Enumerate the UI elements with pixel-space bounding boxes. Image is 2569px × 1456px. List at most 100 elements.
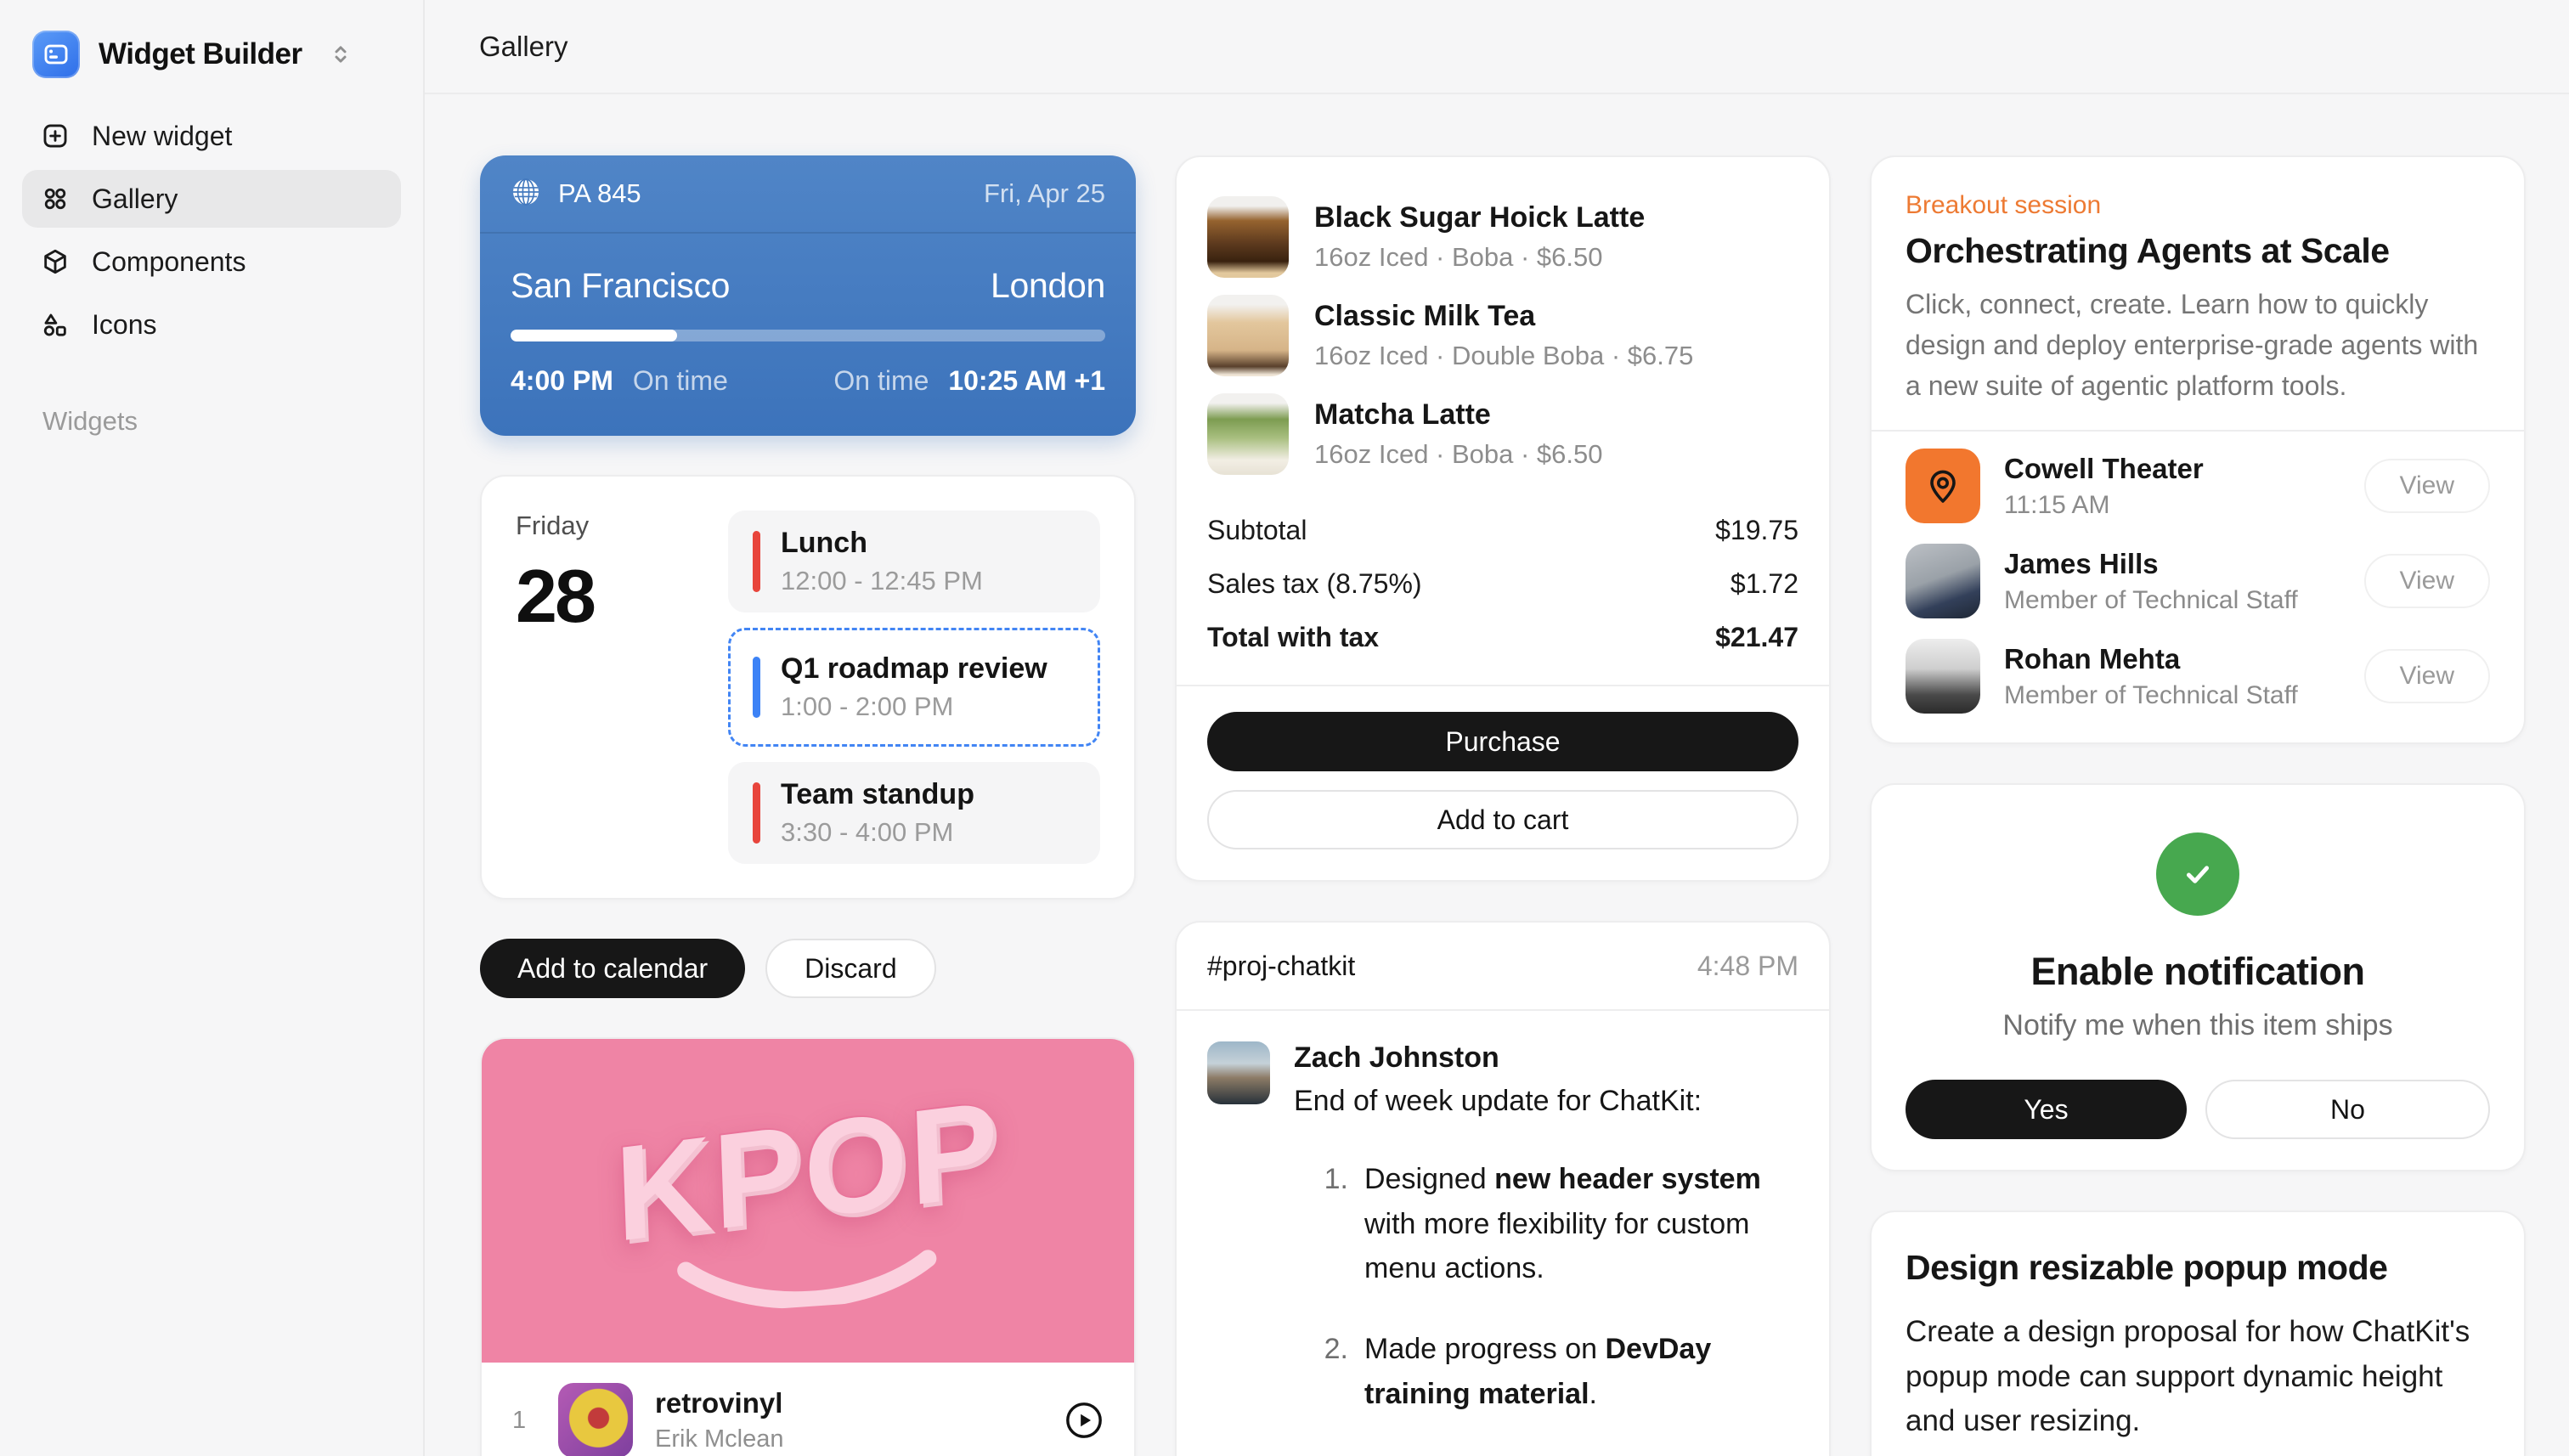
drink-photo (1207, 393, 1289, 475)
app-title: Widget Builder (99, 37, 302, 71)
flight-widget[interactable]: PA 845 Fri, Apr 25 San Francisco London (480, 155, 1136, 436)
speaker-role: Member of Technical Staff (2004, 681, 2298, 710)
sidebar-item-new-widget[interactable]: New widget (22, 107, 401, 165)
sidebar-item-label: Gallery (92, 183, 178, 215)
total-value: $21.47 (1715, 622, 1798, 653)
drink-details: 16oz Iced · Double Boba · $6.75 (1314, 341, 1693, 371)
gallery-column-1: PA 845 Fri, Apr 25 San Francisco London (480, 155, 1136, 1456)
session-widget: Breakout session Orchestrating Agents at… (1870, 155, 2526, 744)
divider (1872, 430, 2524, 432)
arrival-status: On time (833, 365, 929, 396)
calendar-weekday: Friday (516, 511, 720, 541)
drink-details: 16oz Iced · Boba · $6.50 (1314, 439, 1603, 470)
avatar (1906, 639, 1980, 714)
order-items: Black Sugar Hoick Latte 16oz Iced · Boba… (1177, 157, 1829, 490)
order-item-1: Black Sugar Hoick Latte 16oz Iced · Boba… (1207, 188, 1798, 286)
notification-actions: Yes No (1906, 1080, 2490, 1139)
flight-body: San Francisco London 4:00 PM On time (480, 234, 1136, 436)
track-title: retrovinyl (655, 1387, 784, 1419)
subtotal-row: Subtotal $19.75 (1207, 504, 1798, 557)
drink-name: Black Sugar Hoick Latte (1314, 201, 1645, 234)
list-item: 3. Coordinated with partners to prioriti… (1294, 1452, 1798, 1456)
event-q1-roadmap-review[interactable]: Q1 roadmap review 1:00 - 2:00 PM (728, 628, 1100, 747)
list-item-number: 3. (1294, 1452, 1348, 1456)
track-row-1[interactable]: 1 retrovinyl Erik Mclean (512, 1373, 1104, 1456)
play-icon[interactable] (1064, 1401, 1104, 1440)
sidebar-item-gallery[interactable]: Gallery (22, 170, 401, 228)
track-artist: Erik Mclean (655, 1425, 784, 1453)
drink-photo (1207, 295, 1289, 376)
drink-name: Classic Milk Tea (1314, 300, 1693, 333)
event-time: 12:00 - 12:45 PM (781, 566, 983, 596)
total-label: Subtotal (1207, 515, 1307, 546)
session-speaker-row: Rohan Mehta Member of Technical Staff Vi… (1906, 629, 2490, 724)
total-label: Sales tax (8.75%) (1207, 568, 1422, 600)
view-button[interactable]: View (2364, 649, 2490, 703)
widgets-section-label: Widgets (22, 406, 401, 437)
add-to-calendar-button[interactable]: Add to calendar (480, 939, 745, 998)
order-item-2: Classic Milk Tea 16oz Iced · Double Boba… (1207, 286, 1798, 385)
yes-button[interactable]: Yes (1906, 1080, 2187, 1139)
plus-square-icon (41, 121, 70, 150)
session-description: Click, connect, create. Learn how to qui… (1906, 284, 2490, 406)
page-header: Gallery (425, 0, 2569, 94)
grid-circles-icon (41, 184, 70, 213)
event-lunch[interactable]: Lunch 12:00 - 12:45 PM (728, 511, 1100, 612)
flight-progress-fill (511, 330, 677, 341)
session-title: Orchestrating Agents at Scale (1906, 231, 2490, 271)
album-art (558, 1383, 633, 1456)
playlist-widget: KPOP 1 retrovinyl Erik Mclean (480, 1037, 1136, 1456)
purchase-button[interactable]: Purchase (1207, 712, 1798, 771)
flight-header: PA 845 Fri, Apr 25 (480, 155, 1136, 234)
view-button[interactable]: View (2364, 459, 2490, 513)
chat-widget: #proj-chatkit 4:48 PM Zach Johnston End … (1175, 921, 1831, 1456)
view-button[interactable]: View (2364, 554, 2490, 608)
list-item-number: 1. (1294, 1157, 1348, 1291)
order-item-3: Matcha Latte 16oz Iced · Boba · $6.50 (1207, 385, 1798, 483)
app-logo-icon (32, 31, 80, 78)
gallery-column-2: Black Sugar Hoick Latte 16oz Iced · Boba… (1175, 155, 1831, 1456)
message-timestamp: 4:48 PM (1697, 951, 1798, 982)
event-team-standup[interactable]: Team standup 3:30 - 4:00 PM (728, 762, 1100, 864)
chevron-updown-icon[interactable] (328, 42, 353, 67)
playlist-cover: KPOP (482, 1039, 1134, 1363)
discard-button[interactable]: Discard (765, 939, 935, 998)
message-text: End of week update for ChatKit: (1294, 1085, 1798, 1118)
total-with-tax-row: Total with tax $21.47 (1207, 611, 1798, 664)
task-title: Design resizable popup mode (1906, 1248, 2490, 1288)
flight-date: Fri, Apr 25 (984, 178, 1105, 209)
task-widget: Design resizable popup mode Create a des… (1870, 1211, 2526, 1456)
no-button[interactable]: No (2205, 1080, 2490, 1139)
sidebar-nav: New widget Gallery Compo (22, 107, 401, 353)
track-index: 1 (512, 1407, 536, 1435)
widget-builder-app: Widget Builder New widget (0, 0, 2569, 1456)
page-title: Gallery (479, 31, 568, 63)
event-title: Q1 roadmap review (781, 652, 1047, 686)
chat-body: Zach Johnston End of week update for Cha… (1177, 1011, 1829, 1456)
destination-city: London (991, 266, 1105, 306)
notification-title: Enable notification (1906, 950, 2490, 994)
event-title: Lunch (781, 527, 983, 560)
app-switcher[interactable]: Widget Builder (22, 25, 401, 107)
event-title: Team standup (781, 778, 974, 811)
departure-status: On time (633, 365, 728, 396)
session-time: 11:15 AM (2004, 491, 2204, 520)
flight-times: 4:00 PM On time On time 10:25 AM +1 (511, 365, 1105, 397)
message-ordered-list: 1. Designed new header system with more … (1294, 1157, 1798, 1456)
speaker-name: Rohan Mehta (2004, 643, 2298, 675)
success-check-icon (2156, 832, 2239, 916)
sidebar-item-components[interactable]: Components (22, 233, 401, 291)
avatar (1906, 544, 1980, 618)
order-totals: Subtotal $19.75 Sales tax (8.75%) $1.72 … (1177, 490, 1829, 664)
flight-cities: San Francisco London (511, 266, 1105, 306)
departure-time: 4:00 PM (511, 365, 613, 396)
event-list: Lunch 12:00 - 12:45 PM Q1 roadmap review… (728, 511, 1100, 864)
session-location-row: Cowell Theater 11:15 AM View (1906, 438, 2490, 533)
sidebar-item-icons[interactable]: Icons (22, 296, 401, 353)
drink-details: 16oz Iced · Boba · $6.50 (1314, 242, 1645, 273)
sidebar-item-label: New widget (92, 121, 232, 152)
avatar (1207, 1041, 1270, 1104)
add-to-cart-button[interactable]: Add to cart (1207, 790, 1798, 849)
location-name: Cowell Theater (2004, 453, 2204, 485)
chat-header: #proj-chatkit 4:48 PM (1177, 923, 1829, 1011)
